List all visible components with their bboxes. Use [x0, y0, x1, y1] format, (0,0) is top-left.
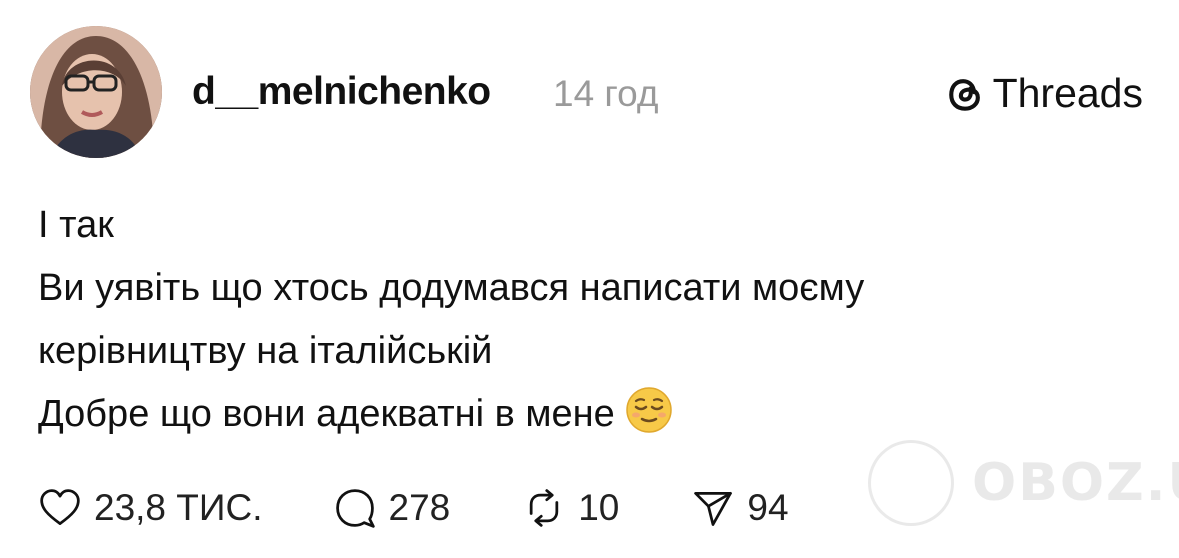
relieved-face-emoji: [625, 387, 672, 433]
avatar-photo: [30, 26, 162, 158]
send-icon: [694, 491, 733, 526]
threads-logo-icon: [948, 78, 980, 111]
watermark-text: OBOZ.UA: [972, 453, 1179, 513]
repost-count: 10: [578, 487, 620, 528]
post-line: керівництву на італійській: [38, 330, 493, 372]
reply-button[interactable]: 278: [333, 486, 451, 530]
repost-button[interactable]: 10: [522, 486, 619, 530]
like-button[interactable]: 23,8 ТИС.: [38, 486, 263, 530]
heart-icon: [40, 489, 80, 525]
post-line-with-emoji: Добре що вони адекватні в мене: [38, 383, 1138, 446]
repost-icon: [530, 489, 559, 527]
username[interactable]: d__melnichenko: [192, 70, 491, 114]
watermark-globe-icon: [868, 440, 954, 526]
share-count: 94: [747, 487, 789, 528]
avatar[interactable]: [30, 26, 162, 158]
post-line: Ви уявіть що хтось додумався написати мо…: [38, 267, 865, 309]
watermark: OBOZ.UA: [868, 440, 1179, 526]
share-button[interactable]: 94: [691, 486, 789, 530]
reply-count: 278: [388, 487, 451, 528]
brand-label: Threads: [992, 70, 1143, 116]
threads-brand[interactable]: Threads: [943, 70, 1143, 117]
like-count: 23,8 ТИС.: [94, 487, 263, 528]
action-bar: 23,8 ТИС. 278 10 94: [38, 486, 789, 530]
comment-bubble-icon: [335, 489, 375, 528]
post-line: І так: [38, 204, 114, 246]
post-line: Добре що вони адекватні в мене: [38, 393, 615, 435]
post-text: І так Ви уявіть що хтось додумався напис…: [38, 194, 1138, 446]
post-time: 14 год: [553, 73, 659, 114]
